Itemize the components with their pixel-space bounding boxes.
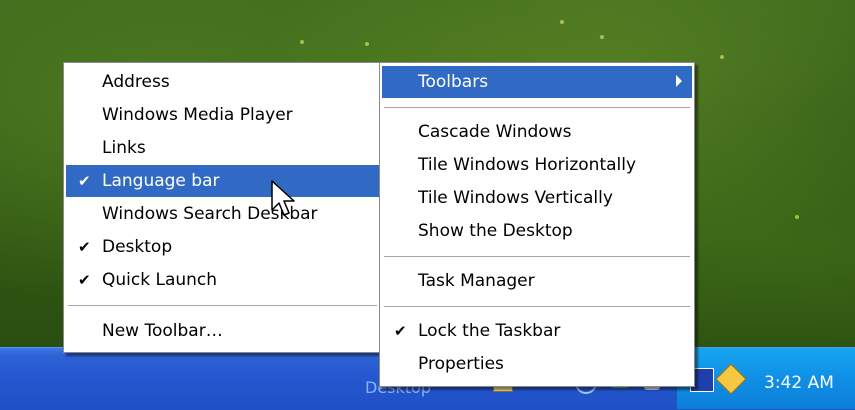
menu-item-quick-launch[interactable]: ✔ Quick Launch [66,264,379,296]
menu-item-windows-search-deskbar[interactable]: Windows Search Deskbar [66,198,379,230]
menu-item-label: Language bar [102,171,220,191]
menu-item-tile-horizontally[interactable]: Tile Windows Horizontally [382,149,692,181]
menu-item-windows-media-player[interactable]: Windows Media Player [66,99,379,131]
menu-item-label: Cascade Windows [418,122,572,142]
wallpaper-speck [300,40,304,44]
wallpaper-speck [795,215,799,219]
menu-item-lock-taskbar[interactable]: ✔ Lock the Taskbar [382,315,692,347]
menu-item-label: Links [102,138,146,158]
menu-item-label: Tile Windows Vertically [418,188,613,208]
check-icon: ✔ [394,322,407,340]
menu-item-label: Address [102,72,170,92]
menu-item-label: Desktop [102,237,173,257]
mouse-cursor-icon [271,180,295,216]
menu-item-label: Quick Launch [102,270,218,290]
menu-item-show-desktop[interactable]: Show the Desktop [382,215,692,247]
wallpaper-speck [560,20,564,24]
menu-separator [384,306,690,307]
menu-item-label: Toolbars [418,72,489,92]
check-icon: ✔ [78,238,91,256]
menu-item-address[interactable]: Address [66,66,379,98]
menu-item-label: Task Manager [418,271,535,291]
menu-item-label: Properties [418,354,504,374]
menu-item-label: Tile Windows Horizontally [418,155,637,175]
menu-item-language-bar[interactable]: ✔ Language bar [66,165,379,197]
wallpaper-speck [365,42,369,46]
clock[interactable]: 3:42 AM [764,373,834,393]
wallpaper-speck [600,35,604,39]
menu-separator [68,305,377,306]
menu-item-new-toolbar[interactable]: New Toolbar… [66,315,379,347]
menu-item-label: Windows Media Player [102,105,293,125]
menu-item-toolbars[interactable]: Toolbars [382,66,692,98]
check-icon: ✔ [78,172,91,190]
menu-item-properties[interactable]: Properties [382,348,692,380]
wallpaper-speck [720,55,724,59]
taskbar-context-menu: Toolbars Cascade Windows Tile Windows Ho… [379,62,695,387]
menu-item-task-manager[interactable]: Task Manager [382,265,692,297]
check-icon: ✔ [78,271,91,289]
menu-separator [384,256,690,257]
menu-item-label: New Toolbar… [102,321,223,341]
menu-item-desktop[interactable]: ✔ Desktop [66,231,379,263]
submenu-arrow-icon [676,75,682,87]
toolbars-submenu: Address Windows Media Player Links ✔ Lan… [63,62,382,353]
menu-item-cascade-windows[interactable]: Cascade Windows [382,116,692,148]
menu-item-label: Show the Desktop [418,221,573,241]
menu-item-links[interactable]: Links [66,132,379,164]
menu-separator [384,107,690,108]
menu-item-tile-vertically[interactable]: Tile Windows Vertically [382,182,692,214]
menu-item-label: Lock the Taskbar [418,321,561,341]
